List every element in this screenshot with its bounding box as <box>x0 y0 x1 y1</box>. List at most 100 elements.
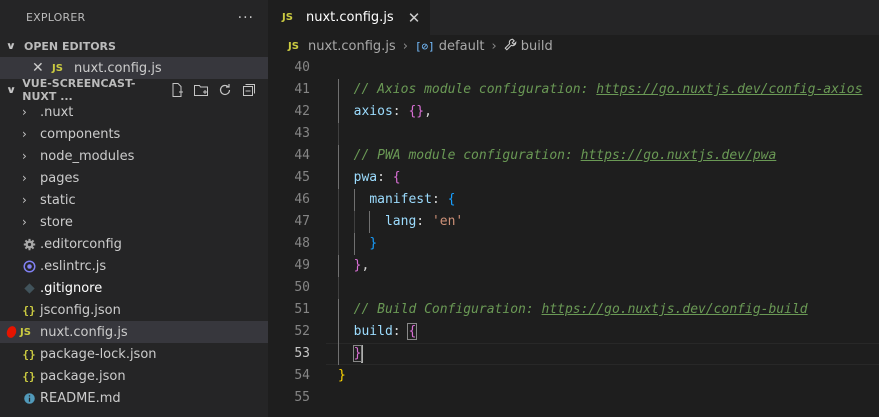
file-item[interactable]: {} jsconfig.json <box>0 299 268 321</box>
code-comment: // Axios module configuration: <box>353 82 597 97</box>
code-brace: } <box>352 345 363 362</box>
indent-guide <box>338 299 339 321</box>
folder-label: static <box>40 192 76 208</box>
tab-bar: JS nuxt.config.js ✕ <box>268 0 879 35</box>
new-folder-icon[interactable] <box>192 81 210 99</box>
close-icon[interactable]: ✕ <box>408 9 421 27</box>
indent-guide <box>353 189 355 211</box>
explorer-sidebar: EXPLORER ··· ∨ OPEN EDITORS ✕ JS nuxt.co… <box>0 0 268 417</box>
code-line: 50 <box>268 277 879 299</box>
line-number: 45 <box>294 170 310 185</box>
code-line: 45 pwa: { <box>268 167 879 189</box>
file-item[interactable]: .gitignore <box>0 277 268 299</box>
line-number: 46 <box>294 192 310 207</box>
indent-guide <box>338 277 339 299</box>
line-number: 55 <box>294 390 310 405</box>
project-header[interactable]: ∨ VUE-SCREENCAST-NUXT ... <box>0 77 268 103</box>
file-item[interactable]: {} package.json <box>0 365 268 387</box>
file-item[interactable]: README.md <box>0 387 268 409</box>
chevron-right-icon: › <box>22 105 27 119</box>
tab-label: nuxt.config.js <box>306 10 394 25</box>
code-line: 47 lang: 'en' <box>268 211 879 233</box>
code-text: pwa: { <box>354 167 401 189</box>
folder-item[interactable]: › store <box>0 211 268 233</box>
line-number: 50 <box>294 280 310 295</box>
folder-item[interactable]: › components <box>0 123 268 145</box>
code-punct: : <box>431 192 448 207</box>
js-file-icon: JS <box>282 12 293 23</box>
line-number: 49 <box>294 258 310 273</box>
file-item[interactable]: .eslintrc.js <box>0 255 268 277</box>
folder-label: .nuxt <box>40 104 74 120</box>
file-item[interactable]: .editorconfig <box>0 233 268 255</box>
breadcrumb-symbol-build[interactable]: build <box>521 39 553 54</box>
code-line: 53} <box>268 343 879 365</box>
line-number: 47 <box>294 214 310 229</box>
folder-label: components <box>40 126 121 142</box>
folder-item[interactable]: › .nuxt <box>0 101 268 123</box>
js-file-icon: JS <box>288 40 299 52</box>
file-item[interactable]: {} package-lock.json <box>0 343 268 365</box>
collapse-all-icon[interactable] <box>240 81 258 99</box>
file-label: jsconfig.json <box>40 302 121 318</box>
code-text: lang: 'en' <box>385 211 463 233</box>
code-editor[interactable]: 40 41 // Axios module configuration: https… <box>268 57 879 417</box>
code-brace: { <box>392 170 401 185</box>
js-file-icon: JS <box>20 326 31 338</box>
folder-item[interactable]: › node_modules <box>0 145 268 167</box>
breadcrumb-symbol-default[interactable]: default <box>439 39 485 54</box>
code-property: manifest <box>369 192 432 207</box>
file-label: .eslintrc.js <box>40 258 107 274</box>
file-icon-slot: {} <box>20 348 38 361</box>
indent-guide <box>338 211 339 233</box>
code-brace: { <box>407 323 418 340</box>
code-line: 41 // Axios module configuration: https:/… <box>268 79 879 101</box>
breadcrumb-file[interactable]: nuxt.config.js <box>308 39 396 54</box>
new-file-icon[interactable] <box>168 81 186 99</box>
indent-guide <box>338 167 339 189</box>
more-actions-icon[interactable]: ··· <box>238 10 254 26</box>
tab-nuxt-config[interactable]: JS nuxt.config.js ✕ <box>268 0 431 35</box>
code-link[interactable]: https://go.nuxtjs.dev/config-axios <box>596 82 862 97</box>
file-icon-slot: JS <box>20 327 38 338</box>
code-text: } <box>352 343 364 365</box>
json-icon: {} <box>22 369 36 383</box>
file-icon-slot <box>20 259 38 273</box>
close-icon[interactable]: ✕ <box>32 60 48 76</box>
file-icon-slot <box>20 392 38 405</box>
line-number: 42 <box>294 104 310 119</box>
code-link[interactable]: https://go.nuxtjs.dev/pwa <box>581 148 777 163</box>
git-diamond-icon <box>23 282 36 295</box>
chevron-right-icon: › <box>22 215 27 229</box>
chevron-right-icon: › <box>22 193 27 207</box>
code-string: 'en' <box>431 214 464 229</box>
wrench-icon <box>504 38 517 54</box>
file-icon-slot <box>20 238 38 251</box>
file-label: .gitignore <box>40 280 103 296</box>
line-number: 53 <box>294 346 310 361</box>
file-item[interactable]: JS nuxt.config.js <box>0 321 268 343</box>
chevron-down-icon: ∨ <box>5 84 17 96</box>
eslint-icon <box>22 259 36 273</box>
json-icon: {} <box>22 347 36 361</box>
open-editors-header[interactable]: ∨ OPEN EDITORS <box>0 35 268 57</box>
indent-guide <box>369 211 371 233</box>
open-editor-item[interactable]: ✕ JS nuxt.config.js <box>0 57 268 79</box>
code-line: 49}, <box>268 255 879 277</box>
code-text: // Build Configuration: https://go.nuxtj… <box>354 299 808 321</box>
folder-item[interactable]: › pages <box>0 167 268 189</box>
indent-guide <box>338 79 339 101</box>
folder-item[interactable]: › static <box>0 189 268 211</box>
code-link[interactable]: https://go.nuxtjs.dev/config-build <box>542 302 808 317</box>
refresh-icon[interactable] <box>216 81 234 99</box>
line-number: 40 <box>294 60 310 75</box>
indent-guide <box>338 321 339 343</box>
open-editor-label: nuxt.config.js <box>74 60 162 76</box>
code-punct: : <box>392 324 409 339</box>
code-text: // PWA module configuration: https://go.… <box>354 145 777 167</box>
file-icon-slot: {} <box>20 370 38 383</box>
code-line: 40 <box>268 57 879 79</box>
chevron-right-icon: › <box>22 127 27 141</box>
code-property: axios <box>353 104 393 119</box>
breakpoint-marker-icon <box>6 326 17 338</box>
